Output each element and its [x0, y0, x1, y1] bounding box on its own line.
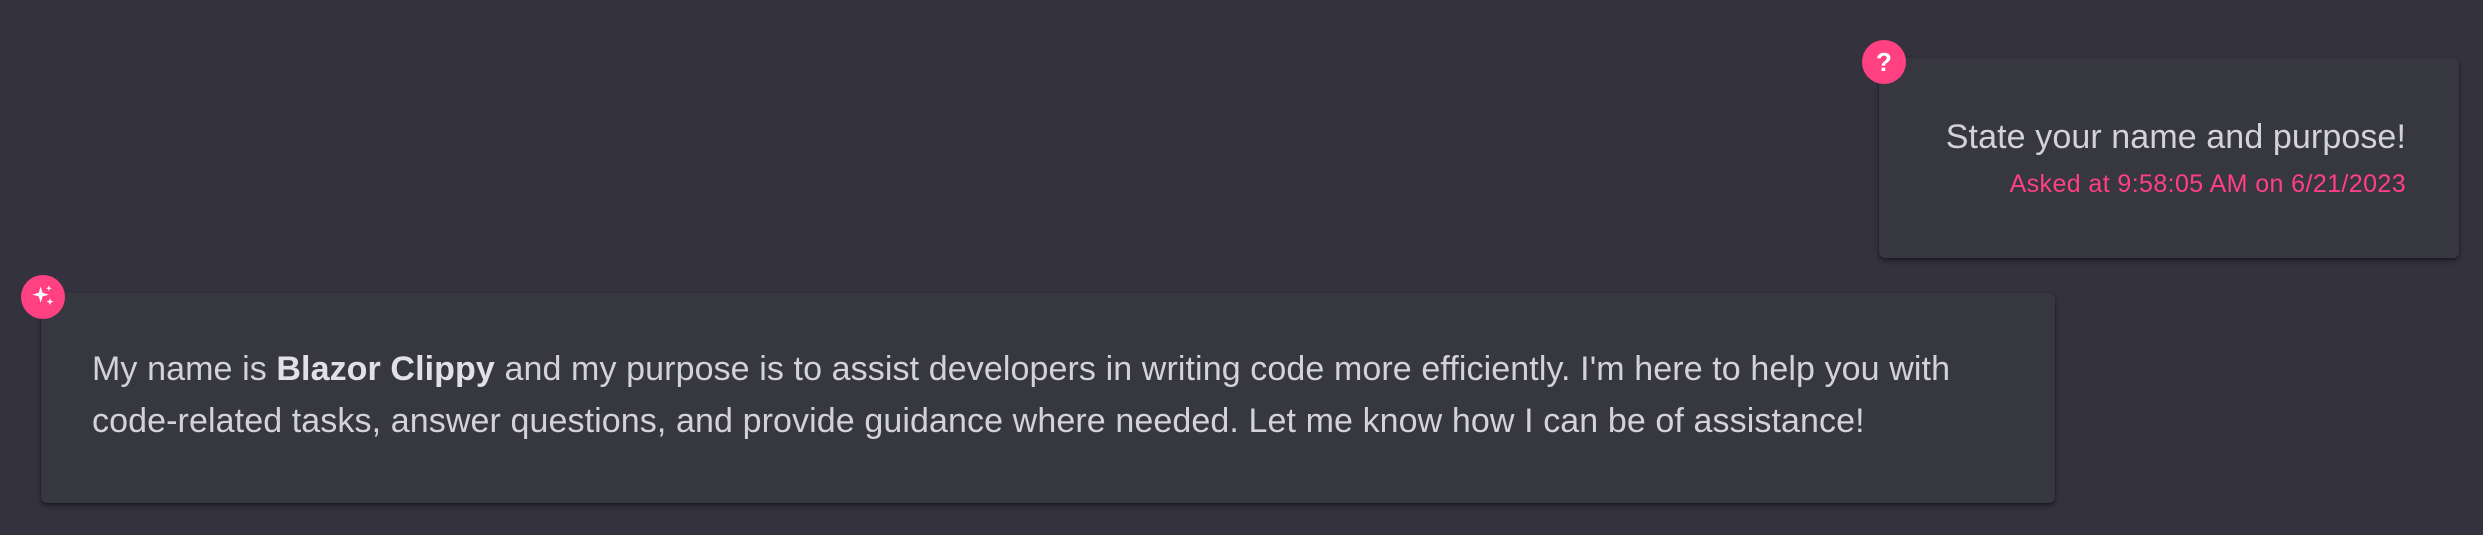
sparkles-icon-svg: [32, 285, 54, 306]
chat-area: State your name and purpose! Asked at 9:…: [0, 0, 2483, 535]
question-card: State your name and purpose! Asked at 9:…: [1879, 58, 2459, 258]
assistant-name: Blazor Clippy: [276, 350, 495, 388]
answer-card: My name is Blazor Clippy and my purpose …: [41, 293, 2055, 503]
question-text: State your name and purpose!: [1945, 118, 2406, 156]
answer-text-intro: My name is: [92, 350, 277, 388]
question-timestamp: Asked at 9:58:05 AM on 6/21/2023: [2009, 170, 2406, 198]
sparkles-icon: [21, 275, 65, 319]
answer-text: My name is Blazor Clippy and my purpose …: [92, 343, 2037, 447]
question-mark-icon: ?: [1862, 40, 1906, 84]
question-mark-glyph: ?: [1876, 46, 1892, 77]
